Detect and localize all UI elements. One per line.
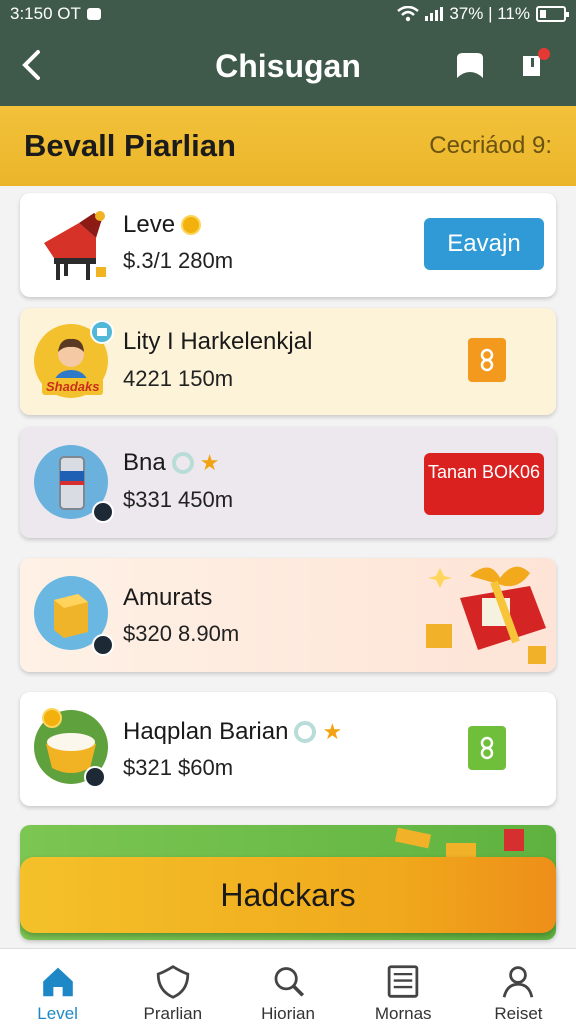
notification-badge: [538, 48, 550, 60]
user-icon: [503, 966, 534, 998]
item-action-button[interactable]: [468, 338, 506, 382]
status-time: 3:150 OT: [10, 4, 81, 23]
star-icon: ★: [322, 719, 343, 744]
item-name: Lity I Harkelenkjal: [123, 328, 313, 355]
battery-percent: 37% | 11%: [449, 4, 530, 23]
list-item[interactable]: Haqplan Barian ★ $321 $60m: [20, 692, 556, 806]
home-icon: [42, 967, 73, 997]
list-item[interactable]: Bna ★ $331 450m Tanan BOK06: [20, 427, 556, 538]
notifications-button[interactable]: [518, 48, 550, 82]
gift-icon: [426, 566, 546, 664]
list-item[interactable]: Amurats $320 8.90m: [20, 558, 556, 672]
nav-item-level[interactable]: Level: [0, 949, 115, 1024]
shield-icon: [156, 965, 189, 999]
item-action-button[interactable]: Tanan BOK06: [424, 453, 544, 515]
item-action-button[interactable]: Eavajn: [424, 218, 544, 270]
status-bar: 3:150 OT 37% | 11%: [0, 0, 576, 28]
item-action-button[interactable]: [468, 726, 506, 770]
wifi-icon: [397, 6, 420, 22]
link-icon: [480, 736, 494, 760]
star-icon: ★: [199, 450, 220, 475]
item-price: $321 $60m: [123, 755, 234, 780]
banner-countdown: Cecriáod 9:: [429, 132, 552, 159]
item-price: $331 450m: [123, 487, 234, 512]
bookmark-icon: [457, 53, 483, 78]
banner-title: Bevall Piarlian: [24, 128, 236, 163]
badge-icon: [90, 320, 114, 344]
nav-item-prarlian[interactable]: Prarlian: [115, 949, 230, 1024]
badge-icon: [84, 766, 106, 788]
list-item[interactable]: Shadaks Lity I Harkelenkjal 4221 150m: [20, 308, 556, 415]
ring-icon: [171, 452, 194, 474]
primary-action-button[interactable]: Hadckars: [20, 857, 556, 933]
item-price: $.3/1 280m: [123, 248, 234, 273]
badge-icon: [92, 634, 114, 656]
bottom-nav: Level Prarlian Hiorian Mornas Reiset: [0, 948, 576, 1024]
page-title: Chisugan: [215, 48, 361, 84]
item-name: Amurats: [123, 584, 213, 611]
app-bar: Chisugan: [0, 28, 576, 106]
item-name: Haqplan Barian ★: [123, 718, 343, 745]
item-name: Leve: [123, 211, 202, 239]
list-item[interactable]: Leve $.3/1 280m Eavajn: [20, 193, 556, 297]
item-price: 4221 150m: [123, 366, 234, 391]
nav-item-mornas[interactable]: Mornas: [346, 949, 461, 1024]
item-price: $320 8.90m: [123, 621, 240, 646]
thumb-label: Shadaks: [42, 378, 104, 395]
signal-icon: [425, 7, 444, 21]
piano-icon: [44, 211, 106, 280]
badge-icon: [92, 501, 114, 523]
ring-icon: [294, 721, 317, 743]
coin-icon: [181, 215, 202, 235]
search-icon: [274, 967, 305, 997]
nav-item-hiorian[interactable]: Hiorian: [230, 949, 345, 1024]
item-name: Bna ★: [123, 449, 220, 476]
notification-icon: [86, 8, 101, 20]
coin-icon: [42, 708, 62, 728]
list-icon: [387, 965, 419, 998]
link-icon: [480, 348, 494, 372]
battery-icon: [536, 6, 569, 22]
bookmark-button[interactable]: [455, 52, 485, 80]
nav-item-reiset[interactable]: Reiset: [461, 949, 576, 1024]
section-banner: Bevall Piarlian Cecriáod 9:: [0, 106, 576, 186]
